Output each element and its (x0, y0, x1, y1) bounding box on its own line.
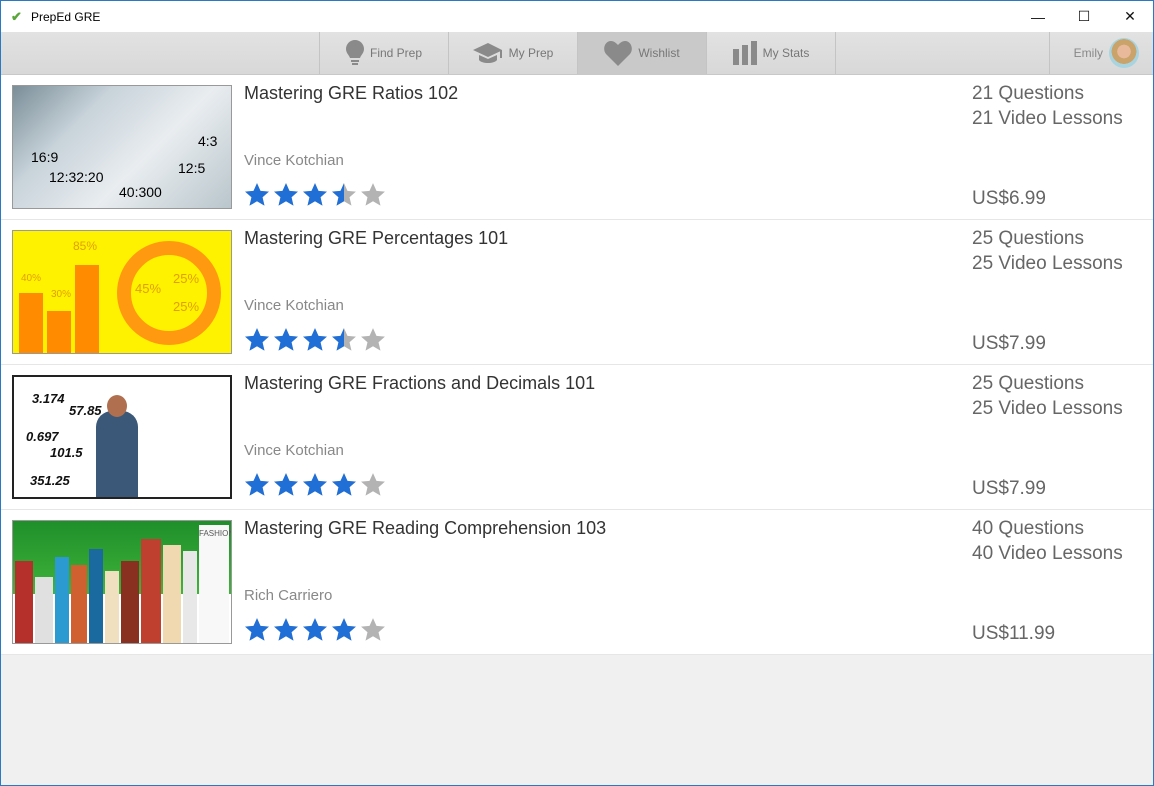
question-count: 25 Questions (972, 228, 1084, 249)
star-icon (303, 328, 327, 351)
nav-label: Find Prep (369, 46, 423, 60)
course-author: Vince Kotchian (244, 442, 344, 459)
star-icon (303, 618, 327, 641)
thumb-text: 57.85 (69, 403, 102, 418)
star-icon (274, 328, 298, 351)
thumb-text: 12:5 (178, 160, 206, 176)
window-title: PrepEd GRE (31, 9, 101, 24)
star-icon (361, 618, 385, 641)
nav-label: My Prep (508, 46, 554, 60)
course-thumbnail: 85% 40% 30% 45% 25% 25% (12, 230, 232, 354)
course-author: Vince Kotchian (244, 297, 344, 314)
thumb-text: 101.5 (50, 445, 83, 460)
lightbulb-icon (345, 40, 364, 65)
question-count: 40 Questions (972, 518, 1084, 539)
star-icon (361, 328, 385, 351)
star-icon (245, 618, 269, 641)
nav-wishlist[interactable]: Wishlist (577, 32, 706, 74)
nav-bar: Find Prep My Prep Wishlist My Stats Emil… (1, 32, 1153, 75)
course-row[interactable]: 3.174 57.85 0.697 101.5 351.25 Mastering… (1, 365, 1153, 510)
thumb-text: FASHION (199, 529, 232, 538)
course-price: US$6.99 (972, 188, 1046, 209)
course-row[interactable]: 85% 40% 30% 45% 25% 25% Mastering GRE Pe… (1, 220, 1153, 365)
course-thumbnail: 4:3 16:9 12:5 12:32:20 40:300 (12, 85, 232, 209)
course-title: Mastering GRE Percentages 101 (244, 228, 509, 248)
nav-label: Wishlist (638, 46, 680, 60)
thumb-text: 40:300 (119, 184, 162, 200)
course-row[interactable]: FASHION Mastering GRE Reading Comprehens… (1, 510, 1153, 655)
course-price: US$7.99 (972, 478, 1046, 499)
course-price: US$11.99 (972, 623, 1056, 644)
rating-stars (244, 182, 386, 208)
star-icon (245, 183, 269, 206)
thumb-text: 40% (21, 273, 42, 284)
thumb-text: 351.25 (30, 473, 70, 488)
star-icon (303, 473, 327, 496)
star-icon (274, 183, 298, 206)
graduation-cap-icon (472, 43, 502, 63)
thumb-text: 0.697 (26, 429, 59, 444)
course-thumbnail: FASHION (12, 520, 232, 644)
rating-stars (244, 617, 386, 643)
star-icon (332, 473, 356, 496)
star-icon (332, 328, 356, 351)
question-count: 21 Questions (972, 83, 1084, 104)
user-menu[interactable]: Emily (1049, 32, 1153, 74)
star-icon (361, 473, 385, 496)
user-name: Emily (1073, 46, 1103, 60)
star-icon (245, 473, 269, 496)
star-icon (332, 618, 356, 641)
thumb-text: 30% (51, 289, 72, 300)
thumb-text: 25% (173, 271, 200, 286)
thumb-text: 16:9 (31, 149, 59, 165)
nav-label: My Stats (762, 46, 810, 60)
course-author: Vince Kotchian (244, 152, 344, 169)
thumb-text: 25% (173, 299, 200, 314)
star-icon (274, 473, 298, 496)
star-icon (332, 183, 356, 206)
nav-spacer (835, 32, 1050, 74)
close-button[interactable]: ✕ (1107, 1, 1153, 32)
thumb-text: 3.174 (32, 391, 65, 406)
question-count: 25 Questions (972, 373, 1084, 394)
course-row[interactable]: 4:3 16:9 12:5 12:32:20 40:300 Mastering … (1, 75, 1153, 220)
course-price: US$7.99 (972, 333, 1046, 354)
thumb-text: 85% (73, 239, 98, 253)
nav-find-prep[interactable]: Find Prep (319, 32, 448, 74)
minimize-button[interactable]: — (1015, 1, 1061, 32)
course-thumbnail: 3.174 57.85 0.697 101.5 351.25 (12, 375, 232, 499)
avatar (1109, 38, 1139, 68)
course-title: Mastering GRE Fractions and Decimals 101 (244, 373, 596, 393)
video-count: 21 Video Lessons (972, 108, 1123, 129)
star-icon (245, 328, 269, 351)
thumb-text: 45% (135, 281, 162, 296)
star-icon (361, 183, 385, 206)
bar-chart-icon (732, 41, 757, 65)
title-bar: ✔ PrepEd GRE — ☐ ✕ (1, 1, 1153, 32)
rating-stars (244, 472, 386, 498)
rating-stars (244, 327, 386, 353)
course-title: Mastering GRE Ratios 102 (244, 83, 459, 103)
course-title: Mastering GRE Reading Comprehension 103 (244, 518, 607, 538)
video-count: 25 Video Lessons (972, 253, 1123, 274)
app-logo-icon: ✔ (11, 8, 22, 24)
thumb-text: 4:3 (198, 133, 218, 149)
thumb-text: 12:32:20 (49, 169, 104, 185)
maximize-button[interactable]: ☐ (1061, 1, 1107, 32)
course-list: 4:3 16:9 12:5 12:32:20 40:300 Mastering … (1, 75, 1153, 655)
heart-icon (604, 40, 633, 66)
video-count: 25 Video Lessons (972, 398, 1123, 419)
star-icon (303, 183, 327, 206)
nav-my-prep[interactable]: My Prep (448, 32, 577, 74)
star-icon (274, 618, 298, 641)
video-count: 40 Video Lessons (972, 543, 1123, 564)
course-author: Rich Carriero (244, 587, 333, 604)
nav-my-stats[interactable]: My Stats (706, 32, 835, 74)
